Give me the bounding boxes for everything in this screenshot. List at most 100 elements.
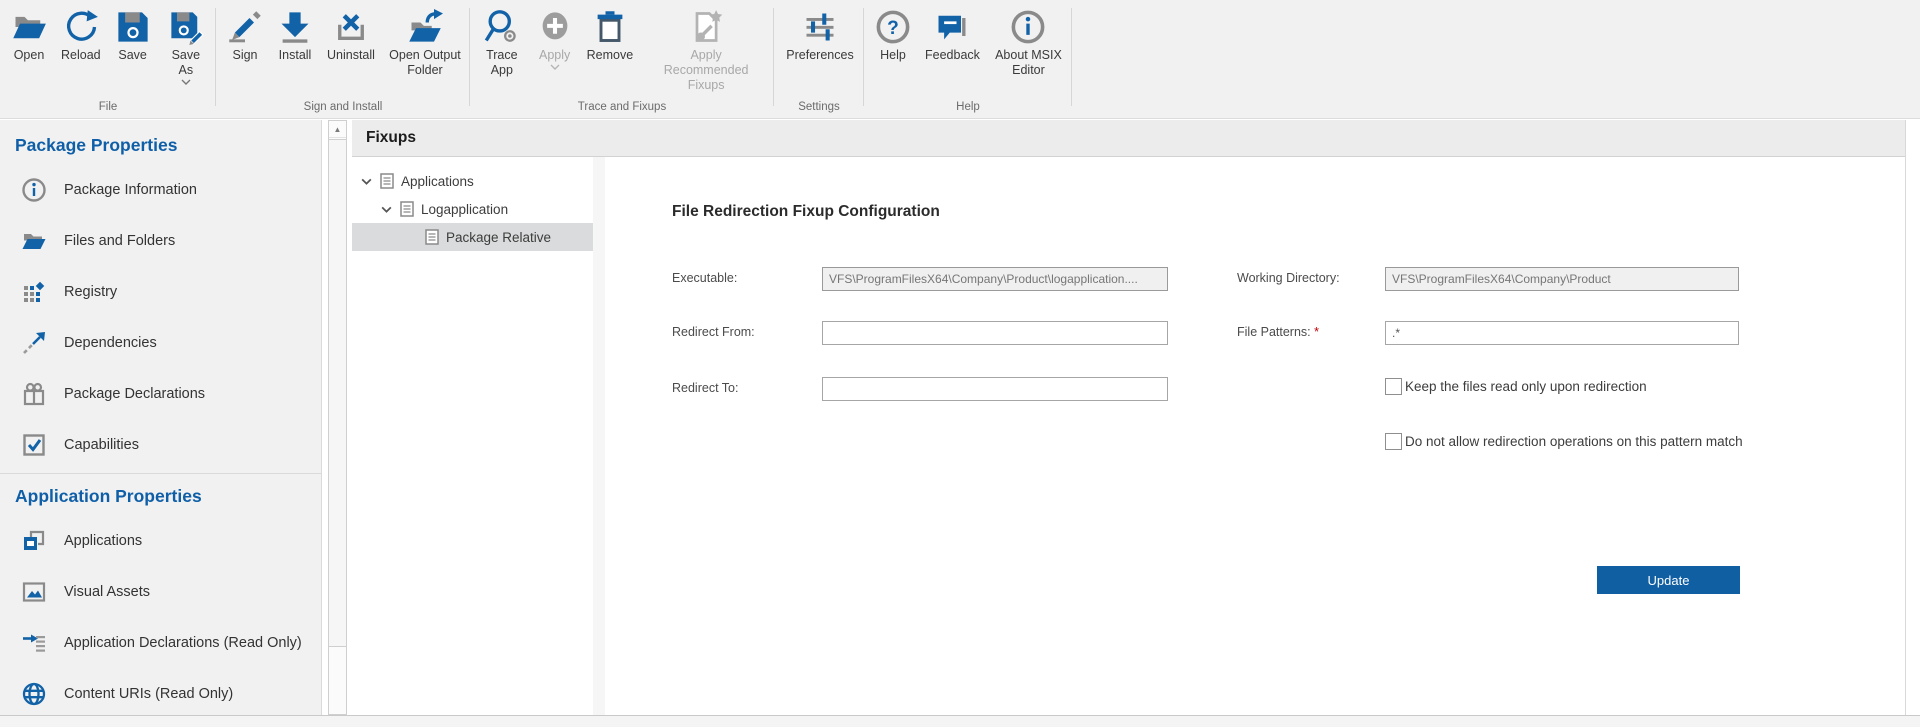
chevron-down-icon	[181, 79, 191, 86]
tree-form-gutter	[593, 157, 605, 715]
update-button[interactable]: Update	[1597, 566, 1740, 594]
sidebar-item-application-declarations[interactable]: Application Declarations (Read Only)	[0, 617, 321, 668]
recommended-fixups-icon	[688, 9, 724, 45]
about-msix-editor-button[interactable]: About MSIX Editor	[987, 5, 1070, 80]
save-as-button[interactable]: Save As	[158, 5, 214, 88]
sidebar-item-registry[interactable]: Registry	[0, 266, 321, 317]
tree-node-label: Applications	[401, 174, 474, 189]
open-folder-icon	[11, 9, 47, 45]
fixups-panel: Fixups Applications	[352, 120, 1906, 715]
button-label: Apply	[539, 48, 570, 63]
file-patterns-label: File Patterns: *	[1237, 321, 1319, 344]
remove-trash-icon	[592, 9, 628, 45]
keep-read-only-checkbox[interactable]	[1385, 378, 1402, 395]
scroll-up-arrow-icon[interactable]: ▲	[329, 121, 346, 138]
button-label: Sign	[232, 48, 257, 63]
apply-recommended-fixups-button[interactable]: Apply Recommended Fixups	[640, 5, 772, 95]
image-icon	[21, 579, 47, 605]
ribbon-group-label: Trace and Fixups	[470, 101, 774, 113]
open-output-folder-icon	[407, 9, 443, 45]
document-icon	[425, 229, 439, 245]
sidebar-item-label: Visual Assets	[64, 584, 150, 600]
help-button[interactable]: ? Help	[868, 5, 918, 65]
redirect-from-input[interactable]	[822, 321, 1168, 345]
trace-app-magnifier-icon	[484, 9, 520, 45]
panel-title: Fixups	[366, 129, 416, 147]
bottom-status-strip	[0, 715, 1920, 727]
fixups-tree: Applications Logapplication Package Rela…	[352, 157, 593, 715]
disallow-redirection-checkbox-row: Do not allow redirection operations on t…	[1385, 433, 1825, 451]
redirect-to-input[interactable]	[822, 377, 1168, 401]
install-button[interactable]: Install	[270, 5, 320, 65]
sidebar-item-label: Applications	[64, 533, 142, 549]
ribbon-toolbar: Open Reload Save	[0, 0, 1920, 119]
applications-windows-icon	[21, 528, 47, 554]
button-label: Open Output Folder	[389, 48, 461, 78]
sidebar-item-content-uris[interactable]: Content URIs (Read Only)	[0, 668, 321, 715]
sign-pencil-icon	[227, 9, 263, 45]
tree-node-applications[interactable]: Applications	[352, 167, 593, 195]
preferences-sliders-icon	[802, 9, 838, 45]
open-output-folder-button[interactable]: Open Output Folder	[382, 5, 468, 80]
reload-icon	[63, 9, 99, 45]
button-label: Install	[279, 48, 312, 63]
scrollbar-thumb[interactable]	[329, 139, 346, 647]
open-button[interactable]: Open	[4, 5, 54, 65]
working-directory-label: Working Directory:	[1237, 267, 1340, 290]
sidebar-item-dependencies[interactable]: Dependencies	[0, 317, 321, 368]
disallow-redirection-checkbox[interactable]	[1385, 433, 1402, 450]
keep-read-only-checkbox-row: Keep the files read only upon redirectio…	[1385, 378, 1805, 396]
checkbox-label: Keep the files read only upon redirectio…	[1405, 378, 1647, 396]
button-label: Uninstall	[327, 48, 375, 63]
ribbon-group-trace-fixups: Trace App Apply Remove	[470, 0, 774, 118]
chevron-down-icon	[380, 203, 393, 216]
chevron-down-icon	[360, 175, 373, 188]
sign-button[interactable]: Sign	[220, 5, 270, 65]
sidebar-item-capabilities[interactable]: Capabilities	[0, 419, 321, 470]
save-button[interactable]: Save	[108, 5, 158, 65]
save-as-icon	[168, 9, 204, 45]
button-label: Reload	[61, 48, 101, 63]
sidebar-item-visual-assets[interactable]: Visual Assets	[0, 566, 321, 617]
reload-button[interactable]: Reload	[54, 5, 108, 65]
apply-button[interactable]: Apply	[530, 5, 580, 73]
button-label: Open	[14, 48, 45, 63]
sidebar-item-files-and-folders[interactable]: Files and Folders	[0, 215, 321, 266]
sidebar-scrollbar[interactable]: ▲	[328, 120, 347, 715]
redirect-from-label: Redirect From:	[672, 321, 755, 344]
sidebar-item-package-information[interactable]: Package Information	[0, 164, 321, 215]
required-asterisk: *	[1314, 325, 1319, 339]
working-directory-input[interactable]	[1385, 267, 1739, 291]
sidebar-section-heading: Application Properties	[0, 474, 321, 515]
button-label: Remove	[587, 48, 634, 63]
sidebar-item-package-declarations[interactable]: Package Declarations	[0, 368, 321, 419]
ribbon-group-help: ? Help Feedback About MSIX Editor Help	[864, 0, 1072, 118]
sidebar-item-label: Registry	[64, 284, 117, 300]
trace-app-button[interactable]: Trace App	[474, 5, 530, 80]
tree-node-label: Package Relative	[446, 230, 551, 245]
executable-input[interactable]	[822, 267, 1168, 291]
document-icon	[400, 201, 414, 217]
sidebar-navigation: Package Properties Package Information F…	[0, 120, 322, 715]
folder-icon	[21, 228, 47, 254]
button-label: Save As	[165, 48, 207, 78]
button-label: Apply Recommended Fixups	[647, 48, 765, 93]
uninstall-button[interactable]: Uninstall	[320, 5, 382, 65]
ribbon-group-file: Open Reload Save	[0, 0, 216, 118]
tree-node-package-relative[interactable]: Package Relative	[352, 223, 593, 251]
sidebar-item-applications[interactable]: Applications	[0, 515, 321, 566]
file-patterns-input[interactable]	[1385, 321, 1739, 345]
remove-button[interactable]: Remove	[580, 5, 641, 65]
registry-grid-icon	[21, 279, 47, 305]
apply-plus-icon	[537, 9, 573, 45]
preferences-button[interactable]: Preferences	[779, 5, 860, 65]
tree-node-logapplication[interactable]: Logapplication	[352, 195, 593, 223]
chevron-down-icon	[550, 64, 560, 71]
feedback-button[interactable]: Feedback	[918, 5, 987, 65]
form-title: File Redirection Fixup Configuration	[672, 203, 940, 221]
ribbon-group-label: Sign and Install	[216, 101, 470, 113]
arrow-to-list-icon	[21, 630, 47, 656]
executable-label: Executable:	[672, 267, 737, 290]
save-icon	[115, 9, 151, 45]
sidebar-item-label: Application Declarations (Read Only)	[64, 635, 302, 651]
